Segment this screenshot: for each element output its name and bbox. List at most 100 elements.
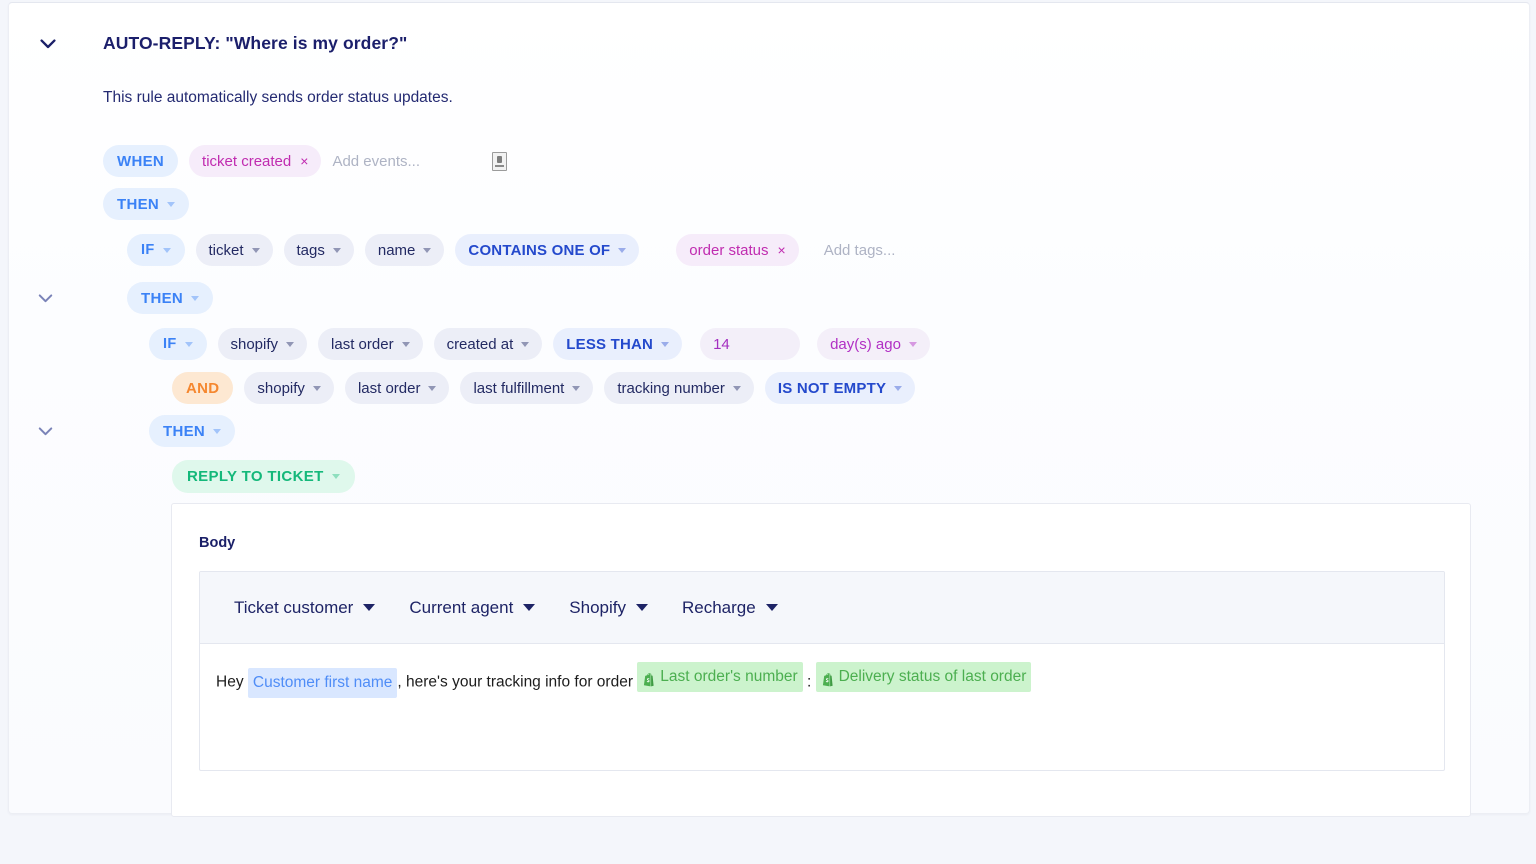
then-label-3: THEN <box>163 422 206 440</box>
reply-body-card: Body Ticket customer Current agent Shopi… <box>171 503 1471 817</box>
toolbar-current-agent-dropdown[interactable]: Current agent <box>409 598 536 618</box>
then-row-1: THEN <box>103 188 190 220</box>
message-body-text[interactable]: Hey Customer first name, here's your tra… <box>200 644 1444 698</box>
condition-1-field-label: tags <box>296 241 325 259</box>
condition-1-field[interactable]: tags <box>283 234 354 266</box>
condition-2-field-label: created at <box>446 335 514 353</box>
chevron-down-icon <box>523 604 536 611</box>
then-keyword-pill-2[interactable]: THEN <box>127 282 214 314</box>
chevron-down-icon <box>312 385 321 391</box>
condition-2-operator[interactable]: LESS THAN <box>553 328 683 360</box>
if-keyword-pill-1[interactable]: IF <box>127 234 185 266</box>
message-text-2: , here's your tracking info for order <box>397 673 638 691</box>
condition-3-source-label: shopify <box>257 379 305 397</box>
chevron-down-icon <box>661 341 670 347</box>
chevron-down-icon <box>191 295 200 301</box>
if-label-1: IF <box>141 241 155 258</box>
trigger-event-label: ticket created <box>202 152 292 170</box>
condition-3-field-label: last fulfillment <box>473 379 565 397</box>
then-label-1: THEN <box>117 195 160 213</box>
chevron-down-icon <box>765 604 778 611</box>
condition-2-field[interactable]: created at <box>433 328 543 360</box>
variable-token-last-orders-number[interactable]: Last order's number <box>637 662 803 692</box>
toolbar-item-label: Shopify <box>569 597 626 617</box>
collapse-rule-chevron-icon[interactable] <box>37 33 59 55</box>
toolbar-shopify-dropdown[interactable]: Shopify <box>569 598 648 618</box>
condition-3-source[interactable]: shopify <box>244 372 334 404</box>
condition-1-property[interactable]: name <box>364 234 445 266</box>
condition-2-number-input[interactable]: 14 <box>700 328 801 360</box>
chevron-down-icon <box>401 341 410 347</box>
token-label: Customer first name <box>252 673 393 691</box>
condition-3-object-label: last order <box>357 379 421 397</box>
chevron-down-icon <box>167 201 176 207</box>
body-field-label: Body <box>199 535 236 551</box>
trigger-event-tag[interactable]: ticket created × <box>189 145 322 177</box>
condition-1-operator[interactable]: CONTAINS ONE OF <box>455 234 640 266</box>
condition-2-source[interactable]: shopify <box>217 328 308 360</box>
chevron-down-icon <box>423 247 432 253</box>
token-label: Last order's number <box>660 668 798 685</box>
then-label-2: THEN <box>141 289 184 307</box>
chevron-down-icon <box>521 341 530 347</box>
condition-3-field[interactable]: last fulfillment <box>460 372 594 404</box>
then-row-2: THEN <box>127 282 214 314</box>
rule-builder-page: AUTO-REPLY: "Where is my order?" This ru… <box>0 0 1536 864</box>
condition-2-object-label: last order <box>331 335 394 353</box>
condition-3-operator[interactable]: IS NOT EMPTY <box>764 372 916 404</box>
toolbar-ticket-customer-dropdown[interactable]: Ticket customer <box>234 597 376 618</box>
chevron-down-icon <box>331 474 340 479</box>
condition-2-source-label: shopify <box>230 335 279 353</box>
add-tags-input[interactable]: Add tags... <box>824 242 896 259</box>
condition-1-tag-value[interactable]: order status × <box>676 234 799 266</box>
condition-1-tag-label: order status <box>689 241 769 259</box>
toolbar-recharge-dropdown[interactable]: Recharge <box>682 598 778 618</box>
chevron-down-icon <box>572 385 581 391</box>
chevron-down-icon <box>732 385 741 391</box>
condition-2-unit[interactable]: day(s) ago <box>817 328 930 360</box>
chevron-down-icon <box>286 341 295 347</box>
if-keyword-pill-2[interactable]: IF <box>149 328 207 360</box>
condition-row-1: IF ticket tags name CONTAINS ONE OF orde… <box>127 234 909 266</box>
variable-token-delivery-status[interactable]: Delivery status of last order <box>815 662 1032 692</box>
chevron-down-icon <box>184 341 193 347</box>
reply-to-ticket-action-pill[interactable]: REPLY TO TICKET <box>172 460 355 493</box>
condition-3-property-label: tracking number <box>617 379 725 397</box>
remove-tag-icon[interactable]: × <box>778 243 786 257</box>
add-events-input[interactable]: Add events... <box>332 153 420 170</box>
condition-2-object[interactable]: last order <box>318 328 423 360</box>
condition-1-source[interactable]: ticket <box>195 234 273 266</box>
condition-3-property[interactable]: tracking number <box>604 372 754 404</box>
token-label: Delivery status of last order <box>838 668 1027 685</box>
variable-token-customer-first-name[interactable]: Customer first name <box>247 667 398 698</box>
chevron-down-icon <box>162 247 171 253</box>
then-keyword-pill-3[interactable]: THEN <box>149 415 236 447</box>
condition-row-2: IF shopify last order created at LESS TH… <box>149 328 930 360</box>
chevron-down-icon <box>636 604 648 611</box>
collapse-then-group-3-chevron-icon[interactable] <box>34 420 56 442</box>
then-row-3: THEN <box>149 415 236 447</box>
toolbar-item-label: Ticket customer <box>234 597 354 617</box>
condition-1-source-label: ticket <box>208 241 244 259</box>
condition-3-operator-label: IS NOT EMPTY <box>777 379 887 397</box>
collapse-then-group-2-chevron-icon[interactable] <box>34 287 56 309</box>
when-keyword-pill[interactable]: WHEN <box>103 145 179 177</box>
condition-row-3: AND shopify last order last fulfillment … <box>172 372 916 404</box>
condition-1-property-label: name <box>377 241 416 259</box>
rule-card: AUTO-REPLY: "Where is my order?" This ru… <box>8 2 1530 817</box>
remove-event-icon[interactable]: × <box>300 154 308 168</box>
condition-3-object[interactable]: last order <box>344 372 450 404</box>
message-editor: Ticket customer Current agent Shopify Re… <box>199 571 1445 771</box>
message-text-3: : <box>802 673 816 691</box>
action-row: REPLY TO TICKET <box>172 460 355 493</box>
chevron-down-icon <box>213 428 222 434</box>
and-connector-pill[interactable]: AND <box>172 372 234 404</box>
page-title: AUTO-REPLY: "Where is my order?" <box>103 33 408 53</box>
then-keyword-pill-1[interactable]: THEN <box>103 188 190 220</box>
broken-image-icon[interactable] <box>492 151 507 171</box>
chevron-down-icon <box>428 385 437 391</box>
if-label-2: IF <box>163 335 177 352</box>
chevron-down-icon <box>251 247 260 253</box>
chevron-down-icon <box>332 247 341 253</box>
chevron-down-icon <box>363 604 376 611</box>
